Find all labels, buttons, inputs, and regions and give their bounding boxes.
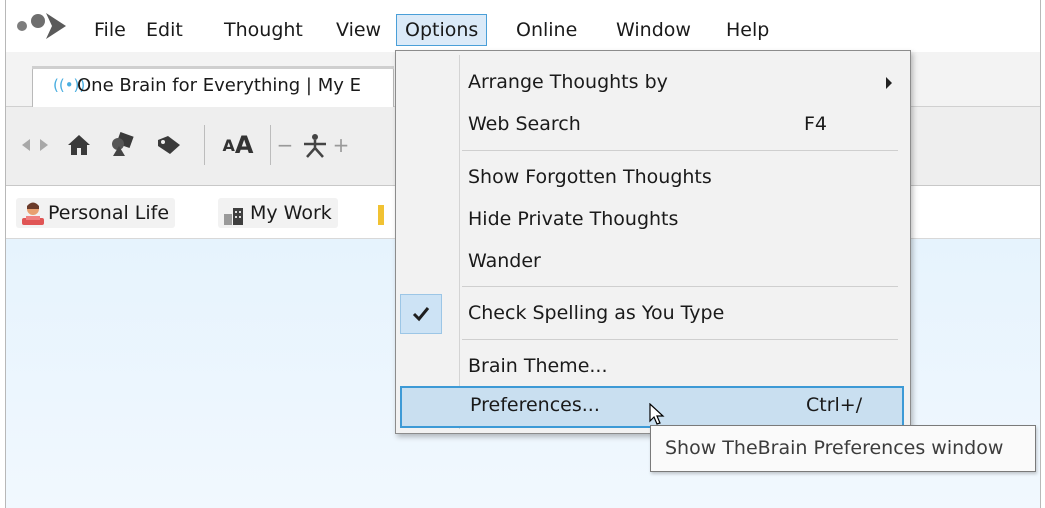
buildings-icon — [224, 208, 243, 225]
menu-online[interactable]: Online — [508, 15, 585, 45]
menu-separator — [462, 150, 898, 151]
zoom-out-icon[interactable]: − — [277, 131, 294, 159]
tooltip: Show TheBrain Preferences window — [650, 425, 1036, 472]
menu-item-label: Brain Theme... — [468, 355, 608, 377]
menu-item-show-forgotten[interactable]: Show Forgotten Thoughts — [400, 158, 904, 198]
menu-thought[interactable]: Thought — [216, 15, 311, 45]
person-icon — [22, 202, 44, 225]
menu-item-label: Check Spelling as You Type — [468, 302, 725, 324]
brain-logo-icon[interactable] — [16, 10, 74, 42]
brain-tab[interactable]: ((•)) One Brain for Everything | My E — [32, 66, 394, 107]
pin-overflow-marker — [378, 205, 384, 225]
menu-item-label: Show Forgotten Thoughts — [468, 166, 712, 188]
layout-icon[interactable] — [298, 131, 332, 159]
menu-item-label: Arrange Thoughts by — [468, 71, 668, 93]
font-size-small: A — [222, 135, 235, 155]
menu-item-brain-theme[interactable]: Brain Theme... — [400, 347, 904, 387]
toolbar-separator — [270, 125, 271, 165]
pin-label: Personal Life — [48, 202, 170, 224]
menu-item-wander[interactable]: Wander — [400, 242, 904, 282]
font-size-large: A — [234, 131, 254, 159]
home-icon[interactable] — [64, 131, 94, 159]
pin-my-work[interactable]: My Work — [218, 198, 338, 228]
menu-item-label: Hide Private Thoughts — [468, 208, 679, 230]
menu-separator — [462, 339, 898, 340]
menu-view[interactable]: View — [328, 15, 389, 45]
menu-item-shortcut: F4 — [804, 113, 828, 135]
tab-accent — [32, 66, 394, 69]
menu-separator — [462, 286, 898, 287]
menu-item-arrange-thoughts[interactable]: Arrange Thoughts by — [400, 63, 904, 103]
font-size-icon[interactable]: AA — [218, 131, 258, 159]
menu-item-check-spelling[interactable]: Check Spelling as You Type — [400, 294, 904, 334]
submenu-arrow-icon — [886, 77, 892, 89]
thought-types-icon[interactable] — [108, 131, 138, 159]
menu-item-label: Wander — [468, 250, 541, 272]
menu-options[interactable]: Options — [396, 14, 488, 46]
menu-item-shortcut: Ctrl+/ — [806, 394, 863, 416]
menu-bar: File Edit Thought View Options Online Wi… — [6, 0, 1040, 52]
toolbar-separator — [204, 125, 205, 165]
checkmark-icon — [400, 294, 442, 334]
back-icon[interactable] — [18, 131, 34, 159]
pin-label: My Work — [250, 202, 332, 224]
tab-label: One Brain for Everything | My E — [77, 75, 361, 96]
pin-personal-life[interactable]: Personal Life — [16, 198, 176, 228]
menu-item-hide-private[interactable]: Hide Private Thoughts — [400, 200, 904, 240]
menu-file[interactable]: File — [86, 15, 134, 45]
tags-icon[interactable] — [154, 131, 184, 159]
menu-edit[interactable]: Edit — [138, 15, 191, 45]
zoom-in-icon[interactable]: + — [333, 131, 350, 159]
mouse-cursor-icon — [649, 403, 665, 425]
menu-help[interactable]: Help — [718, 15, 777, 45]
tooltip-text: Show TheBrain Preferences window — [665, 437, 1004, 459]
menu-item-label: Preferences... — [470, 394, 600, 416]
menu-item-label: Web Search — [468, 113, 581, 135]
menu-window[interactable]: Window — [608, 15, 699, 45]
forward-icon[interactable] — [36, 131, 52, 159]
options-menu: Arrange Thoughts by Web Search F4 Show F… — [395, 50, 911, 434]
menu-item-web-search[interactable]: Web Search F4 — [400, 105, 904, 145]
